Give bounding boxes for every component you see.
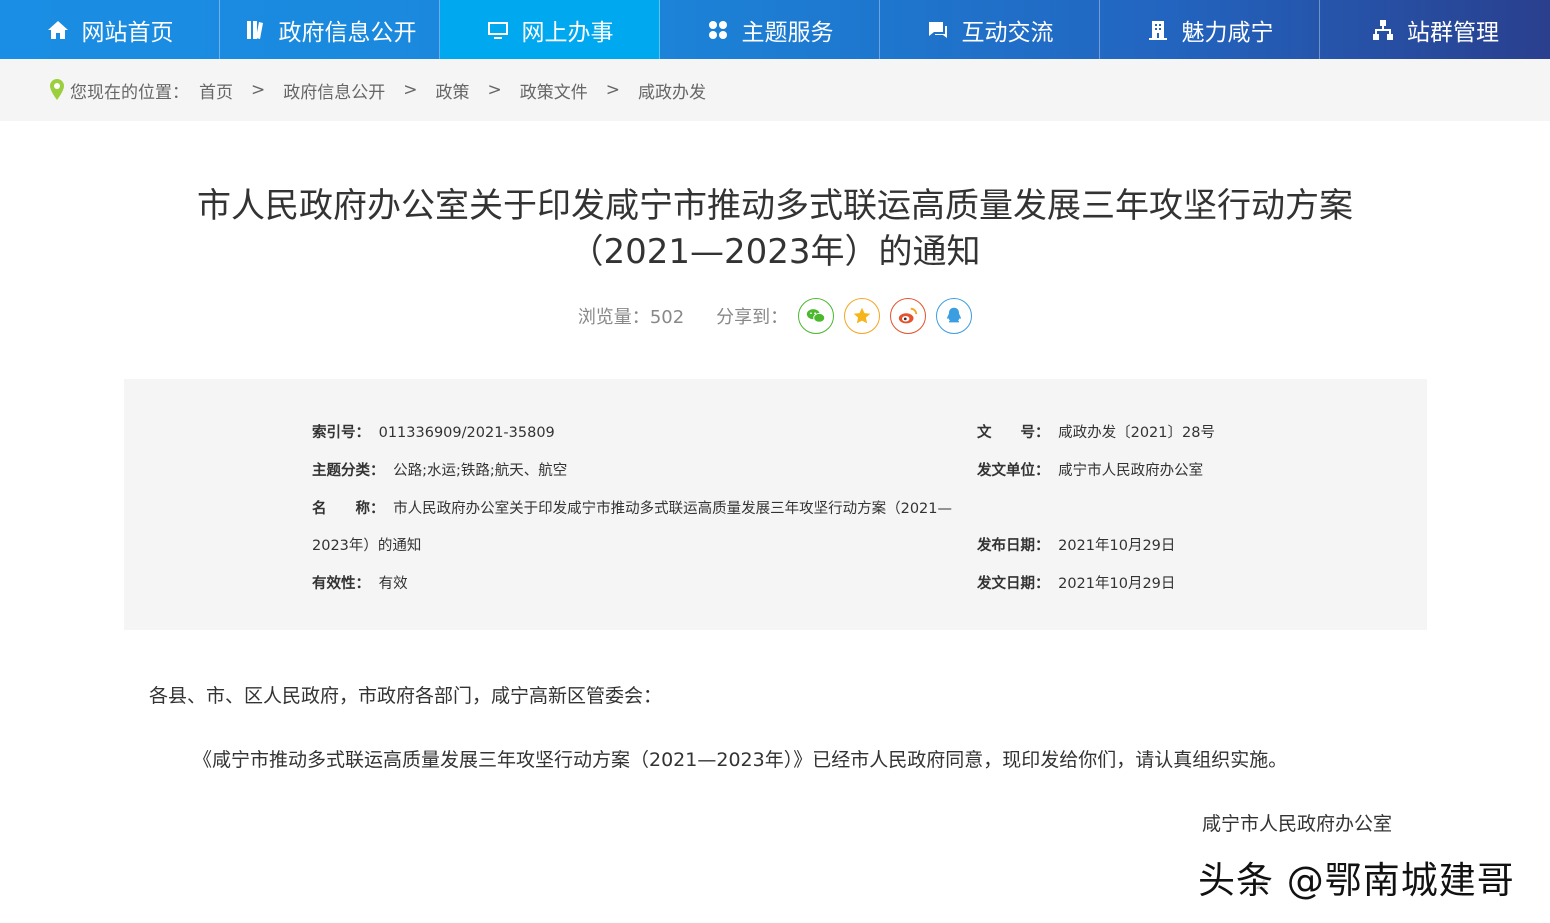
qq-icon <box>947 307 962 323</box>
breadcrumb-separator: > <box>251 80 266 100</box>
meta-value: 2021年10月29日 <box>1058 576 1176 592</box>
title-line-2: （2021—2023年）的通知 <box>569 232 981 272</box>
meta-value: 咸宁市人民政府办公室 <box>1058 463 1204 479</box>
meta-value: 咸政办发〔2021〕28号 <box>1058 425 1215 441</box>
share-qq-button[interactable] <box>936 298 973 334</box>
chat-icon <box>928 21 947 38</box>
breadcrumb-separator: > <box>487 80 502 100</box>
meta-label: 发文日期： <box>977 576 1050 592</box>
salutation: 各县、市、区人民政府，市政府各部门，咸宁高新区管委会： <box>149 685 663 707</box>
nav-interaction[interactable]: 互动交流 <box>880 0 1100 59</box>
watermark: 头条 @鄂南城建哥 <box>1198 859 1515 902</box>
meta-issuer: 发文单位： 咸宁市人民政府办公室 <box>977 459 1203 480</box>
meta-value: 有效 <box>378 576 408 592</box>
meta-label: 文 号： <box>977 425 1050 441</box>
nav-charm-xianning[interactable]: 魅力咸宁 <box>1100 0 1320 59</box>
meta-label: 发文单位： <box>977 463 1050 479</box>
breadcrumb-xianzhengbanfa[interactable]: 咸政办发 <box>638 78 706 103</box>
nav-label: 网站首页 <box>81 19 174 46</box>
meta-label: 发布日期： <box>977 538 1050 554</box>
nav-home[interactable]: 网站首页 <box>0 0 220 59</box>
monitor-icon <box>487 21 508 39</box>
nav-label: 网上办事 <box>521 19 614 46</box>
meta-value: 市人民政府办公室关于印发咸宁市推动多式联运高质量发展三年攻坚行动方案（2021— <box>393 501 953 517</box>
view-value: 502 <box>649 307 685 328</box>
breadcrumb-gov-info[interactable]: 政府信息公开 <box>283 78 385 103</box>
meta-label: 名 称： <box>312 501 385 517</box>
home-icon <box>47 20 68 39</box>
breadcrumb-prefix: 您现在的位置： <box>70 82 189 103</box>
share-label: 分享到： <box>716 307 789 328</box>
nav-topic-services[interactable]: 主题服务 <box>660 0 880 59</box>
breadcrumb-separator: > <box>605 80 620 100</box>
breadcrumb: 您现在的位置： 首页 > 政府信息公开 > 政策 > 政策文件 > 咸政办发 <box>0 59 1550 121</box>
breadcrumb-home[interactable]: 首页 <box>199 78 233 103</box>
view-count: 浏览量：502 <box>578 303 684 329</box>
nav-gov-info[interactable]: 政府信息公开 <box>220 0 440 59</box>
body-paragraph: 《咸宁市推动多式联运高质量发展三年攻坚行动方案（2021—2023年）》已经市人… <box>193 749 1288 771</box>
title-line-1: 市人民政府办公室关于印发咸宁市推动多式联运高质量发展三年攻坚行动方案 <box>197 186 1353 226</box>
nav-label: 互动交流 <box>961 19 1054 46</box>
nav-label: 魅力咸宁 <box>1181 19 1274 46</box>
sitemap-icon <box>1373 19 1393 40</box>
book-icon <box>246 20 263 39</box>
meta-label: 索引号： <box>312 425 370 441</box>
share-wechat-button[interactable] <box>798 298 835 334</box>
nav-label: 政府信息公开 <box>278 19 417 46</box>
meta-value: 公路;水运;铁路;航天、航空 <box>393 463 568 479</box>
meta-value: 2021年10月29日 <box>1058 538 1176 554</box>
top-nav: 网站首页 政府信息公开 网上办事 主题服务 互动交流 魅力咸宁 站群管理 <box>0 0 1550 59</box>
meta-topic: 主题分类： 公路;水运;铁路;航天、航空 <box>312 459 567 480</box>
wechat-icon <box>807 309 826 323</box>
meta-doc-number: 文 号： 咸政办发〔2021〕28号 <box>977 421 1215 442</box>
nav-label: 主题服务 <box>741 19 834 46</box>
meta-name-continued: 2023年）的通知 <box>312 538 422 554</box>
share-favorite-button[interactable] <box>844 298 881 334</box>
building-icon <box>1148 20 1167 40</box>
breadcrumb-separator: > <box>403 80 418 100</box>
nav-label: 站群管理 <box>1407 19 1499 46</box>
breadcrumb-policy[interactable]: 政策 <box>436 78 470 103</box>
meta-label: 主题分类： <box>312 463 385 479</box>
article-stats: 浏览量：502 分享到： <box>0 298 1550 334</box>
star-icon <box>853 307 871 324</box>
signature: 咸宁市人民政府办公室 <box>1202 813 1393 835</box>
nav-site-group[interactable]: 站群管理 <box>1320 0 1550 59</box>
meta-index: 索引号： 011336909/2021-35809 <box>312 421 555 442</box>
nav-online-services[interactable]: 网上办事 <box>440 0 660 59</box>
breadcrumb-policy-docs[interactable]: 政策文件 <box>520 78 588 103</box>
meta-issue-date: 发文日期： 2021年10月29日 <box>977 572 1175 593</box>
share-weibo-button[interactable] <box>890 298 927 334</box>
weibo-icon <box>899 307 918 324</box>
grid-icon <box>708 20 727 39</box>
view-label: 浏览量： <box>577 307 650 328</box>
meta-validity: 有效性： 有效 <box>312 572 408 593</box>
meta-name: 名 称： 市人民政府办公室关于印发咸宁市推动多式联运高质量发展三年攻坚行动方案（… <box>312 497 952 518</box>
meta-publish-date: 发布日期： 2021年10月29日 <box>977 534 1175 555</box>
meta-value: 011336909/2021-35809 <box>378 425 555 441</box>
location-pin-icon <box>50 79 64 100</box>
meta-label: 有效性： <box>312 576 370 592</box>
document-metadata: 索引号： 011336909/2021-35809 文 号： 咸政办发〔2021… <box>124 379 1427 630</box>
page-title: 市人民政府办公室关于印发咸宁市推动多式联运高质量发展三年攻坚行动方案 （2021… <box>120 183 1430 275</box>
